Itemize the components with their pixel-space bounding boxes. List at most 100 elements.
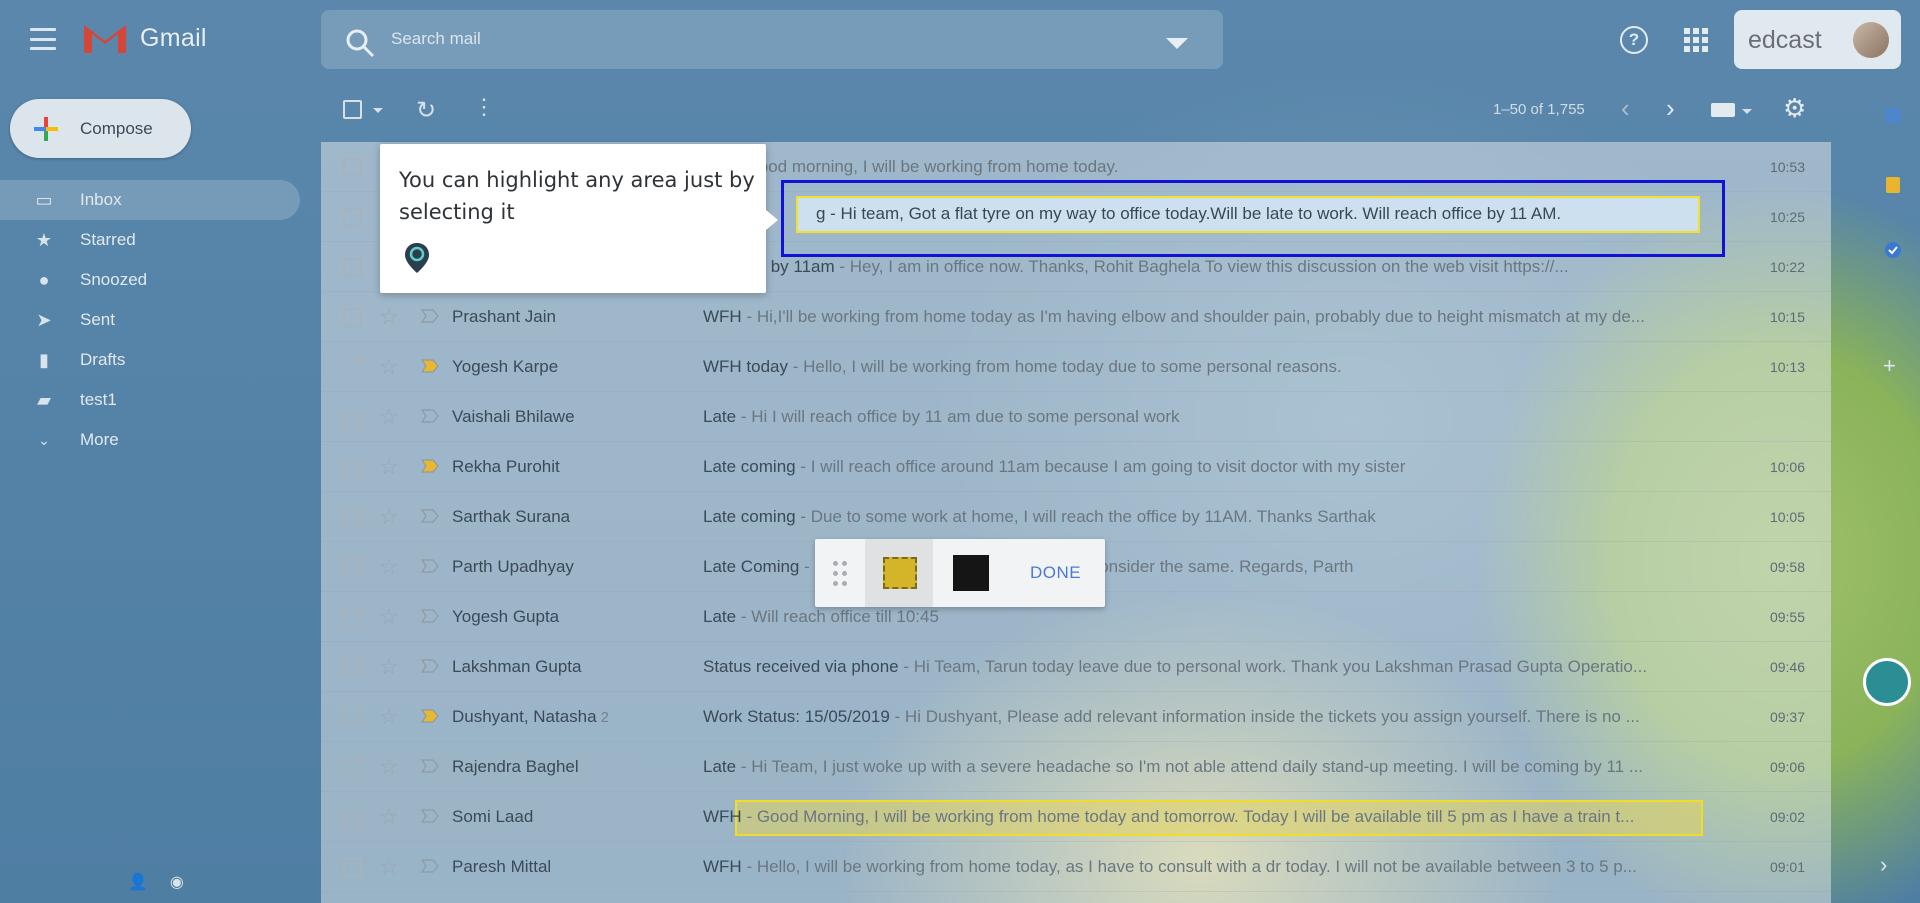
star-icon[interactable]: ☆ (379, 704, 399, 730)
table-row[interactable]: ☆ Somi Laad WFH - Good Morning, I will be … (321, 792, 1831, 842)
email-preview: - I will reach office around 11am becaus… (795, 457, 1406, 476)
sidebar-item-inbox[interactable]: ▭ Inbox (0, 180, 300, 220)
search-input[interactable]: Search mail (391, 29, 481, 49)
importance-marker-icon[interactable] (421, 559, 439, 573)
email-snippet: Late coming - I will reach office around… (703, 457, 1713, 477)
expand-panel-icon[interactable]: › (1880, 852, 1887, 878)
input-tools-icon[interactable] (1711, 103, 1735, 117)
plus-icon (34, 117, 58, 141)
email-subject: Late coming (703, 457, 796, 476)
star-icon[interactable]: ☆ (379, 304, 399, 330)
star-icon[interactable]: ☆ (379, 554, 399, 580)
table-row[interactable]: ☆ Paresh Mittal WFH - Hello, I will be wor… (321, 842, 1831, 892)
star-icon[interactable]: ☆ (379, 754, 399, 780)
importance-marker-icon[interactable] (421, 709, 439, 723)
email-sender: Sarthak Surana (452, 507, 571, 526)
next-page-icon[interactable]: › (1666, 93, 1675, 124)
table-row[interactable]: ☆ Rekha Purohit Late coming - I will reach… (321, 442, 1831, 492)
star-icon[interactable]: ☆ (379, 804, 399, 830)
row-checkbox[interactable] (343, 708, 362, 727)
apps-grid-icon[interactable] (1684, 28, 1708, 52)
table-row[interactable]: ☆ Dushyant, Natasha 2 Work Status: 15/05/20… (321, 692, 1831, 742)
compose-button[interactable]: Compose (10, 99, 191, 158)
row-checkbox[interactable] (343, 408, 362, 427)
importance-marker-icon[interactable] (421, 859, 439, 873)
table-row[interactable]: ☆ Lakshman Gupta Status received via phone… (321, 642, 1831, 692)
help-icon[interactable]: ? (1620, 26, 1648, 54)
sidebar-item-snoozed[interactable]: ● Snoozed (0, 260, 300, 300)
email-time: 09:01 (1769, 859, 1805, 875)
importance-marker-icon[interactable] (421, 409, 439, 423)
refresh-icon[interactable]: ↻ (416, 96, 436, 125)
row-checkbox[interactable] (343, 158, 362, 177)
done-button[interactable]: DONE (1030, 563, 1081, 583)
email-snippet: Late - Hi Team, I just woke up with a se… (703, 757, 1713, 777)
sidebar-item-more[interactable]: ⌄ More (0, 420, 300, 460)
star-icon[interactable]: ☆ (379, 504, 399, 530)
row-checkbox[interactable] (343, 258, 362, 277)
settings-gear-icon[interactable]: ⚙ (1783, 93, 1806, 124)
main-menu-icon[interactable] (30, 28, 56, 50)
search-options-caret-icon[interactable] (1166, 38, 1188, 49)
drag-handle-icon[interactable] (833, 561, 847, 587)
star-icon[interactable]: ☆ (379, 354, 399, 380)
account-button[interactable]: edcast (1734, 10, 1901, 69)
selection-box[interactable] (781, 180, 1725, 257)
map-pin-icon (405, 243, 429, 273)
table-row[interactable]: ☆ Rajendra Baghel Late - Hi Team, I just w… (321, 742, 1831, 792)
row-checkbox[interactable] (343, 808, 362, 827)
row-checkbox[interactable] (343, 608, 362, 627)
star-icon[interactable]: ☆ (379, 854, 399, 880)
avatar[interactable] (1853, 22, 1889, 58)
row-checkbox[interactable] (343, 658, 362, 677)
table-row[interactable]: ☆ Sarthak Surana Late coming - Due to some… (321, 492, 1831, 542)
table-row[interactable]: ☆ Yogesh Karpe WFH today - Hello, I will b… (321, 342, 1831, 392)
calendar-icon[interactable] (1883, 105, 1903, 125)
tasks-icon[interactable] (1883, 240, 1903, 260)
add-addon-icon[interactable]: + (1883, 353, 1903, 378)
importance-marker-icon[interactable] (421, 459, 439, 473)
edit-pencil-icon[interactable] (1863, 658, 1911, 706)
importance-marker-icon[interactable] (421, 759, 439, 773)
highlight-tool-button[interactable] (865, 539, 933, 607)
sidebar-item-starred[interactable]: ★ Starred (0, 220, 300, 260)
table-row[interactable]: ☆ Vaishali Bhilawe Late - Hi I will reach … (321, 392, 1831, 442)
importance-marker-icon[interactable] (421, 509, 439, 523)
row-checkbox[interactable] (343, 358, 362, 377)
importance-marker-icon[interactable] (421, 309, 439, 323)
search-bar[interactable]: Search mail (321, 10, 1223, 69)
row-checkbox[interactable] (343, 758, 362, 777)
blackout-tool-button[interactable] (953, 555, 989, 591)
search-icon[interactable] (345, 28, 375, 58)
star-icon[interactable]: ☆ (379, 454, 399, 480)
email-preview: - Hi Dushyant, Please add relevant infor… (889, 707, 1640, 726)
table-row[interactable]: ☆ Prashant Jain WFH - Hi,I'll be working f… (321, 292, 1831, 342)
star-icon[interactable]: ☆ (379, 404, 399, 430)
hangouts-icon[interactable]: ◉ (170, 872, 184, 892)
prev-page-icon[interactable]: ‹ (1621, 93, 1630, 124)
row-checkbox[interactable] (343, 458, 362, 477)
keep-icon[interactable] (1883, 175, 1903, 195)
row-checkbox[interactable] (343, 208, 362, 227)
more-vert-icon[interactable]: ⋮ (473, 94, 495, 120)
sidebar-item-sent[interactable]: ➤ Sent (0, 300, 300, 340)
contacts-icon[interactable]: 👤 (128, 872, 148, 892)
select-all-checkbox[interactable] (343, 100, 362, 119)
row-checkbox[interactable] (343, 558, 362, 577)
row-checkbox[interactable] (343, 508, 362, 527)
sidebar-item-drafts[interactable]: ▮ Drafts (0, 340, 300, 380)
select-caret-icon[interactable] (373, 108, 383, 113)
importance-marker-icon[interactable] (421, 609, 439, 623)
row-checkbox[interactable] (343, 858, 362, 877)
star-icon[interactable]: ☆ (379, 654, 399, 680)
importance-marker-icon[interactable] (421, 659, 439, 673)
sidebar-item-test1[interactable]: ▰ test1 (0, 380, 300, 420)
row-checkbox[interactable] (343, 308, 362, 327)
email-subject: WFH (703, 857, 742, 876)
gmail-logo[interactable]: Gmail (82, 21, 207, 55)
input-tools-caret-icon[interactable] (1742, 109, 1752, 114)
importance-marker-icon[interactable] (421, 359, 439, 373)
star-icon[interactable]: ☆ (379, 604, 399, 630)
top-bar: Gmail Search mail ? edcast (0, 0, 1920, 80)
importance-marker-icon[interactable] (421, 809, 439, 823)
